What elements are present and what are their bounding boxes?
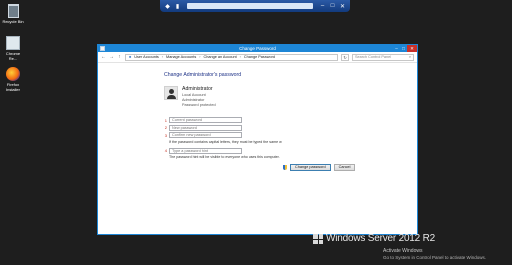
chrome-remote-icon (6, 36, 20, 50)
case-sensitivity-note: If the password contains capital letters… (169, 139, 282, 144)
pin-icon[interactable]: ◆ (164, 3, 171, 10)
uac-shield-icon (283, 165, 287, 170)
confirm-password-field[interactable] (169, 132, 242, 139)
signal-icon: ▮ (175, 3, 180, 10)
back-button[interactable]: ← (101, 54, 106, 60)
search-input[interactable]: Search Control Panel ⌕ (352, 53, 414, 61)
main-content: Change Administrator's password Administ… (164, 72, 394, 159)
user-password-status: Password protected (182, 102, 216, 107)
current-password-field[interactable] (169, 117, 242, 124)
activate-windows-text: Activate Windows (383, 248, 423, 254)
breadcrumb-change-password[interactable]: Change Password (244, 55, 275, 60)
chevron-right-icon: › (239, 54, 241, 59)
desktop-icon-label: Recycle Bin (2, 19, 24, 24)
minimize-button[interactable]: – (393, 45, 400, 52)
page-title: Change Administrator's password (164, 72, 242, 78)
refresh-button[interactable]: ↻ (341, 53, 349, 61)
required-marker: 1 (164, 117, 167, 123)
avatar (164, 86, 178, 100)
desktop-icon-label: Firefox Installer (5, 82, 20, 92)
firefox-icon (6, 67, 20, 81)
change-password-window: Change Password – □ ✕ ← → ↑ ■ User Accou… (97, 44, 418, 235)
breadcrumb-user-accounts[interactable]: User Accounts (134, 55, 158, 60)
hint-visibility-note: The password hint will be visible to eve… (169, 155, 280, 160)
desktop-icon-label: Chrome Re... (5, 51, 21, 61)
chevron-right-icon: › (199, 54, 201, 59)
desktop-icon-chrome-remote[interactable]: Chrome Re... (2, 36, 24, 61)
forward-button[interactable]: → (109, 54, 114, 60)
recycle-bin-icon (7, 4, 19, 18)
user-name: Administrator (182, 86, 213, 92)
desktop-icon-recycle-bin[interactable]: Recycle Bin (2, 4, 24, 24)
os-watermark-title: Windows Server 2012 R2 (326, 233, 435, 244)
remote-session-title (187, 3, 313, 9)
restore-session-icon[interactable]: □ (329, 3, 336, 10)
close-session-icon[interactable]: ✕ (339, 3, 346, 10)
address-bar[interactable]: ■ User Accounts › Manage Accounts › Chan… (125, 53, 338, 61)
window-titlebar[interactable]: Change Password – □ ✕ (98, 45, 417, 52)
search-placeholder: Search Control Panel (355, 54, 392, 59)
maximize-button[interactable]: □ (400, 45, 407, 52)
breadcrumb-manage-accounts[interactable]: Manage Accounts (166, 55, 196, 60)
activate-windows-subtext: Go to System in Control Panel to activat… (383, 255, 487, 260)
navigation-bar: ← → ↑ ■ User Accounts › Manage Accounts … (98, 52, 417, 63)
remote-session-toolbar: ◆ ▮ – □ ✕ (160, 0, 350, 12)
cancel-button[interactable]: Cancel (333, 164, 356, 171)
user-card: Administrator Local Account Administrato… (164, 86, 394, 107)
window-title: Change Password (239, 46, 276, 51)
breadcrumb-change-account[interactable]: Change an Account (204, 55, 237, 60)
control-panel-icon (100, 46, 105, 51)
close-button[interactable]: ✕ (407, 45, 417, 52)
minimize-session-icon[interactable]: – (319, 3, 326, 10)
chevron-right-icon: › (161, 54, 164, 59)
change-password-button[interactable]: Change password (290, 164, 331, 171)
folder-icon: ■ (129, 54, 132, 59)
required-marker: 4 (164, 148, 167, 154)
required-marker: 3 (164, 132, 167, 138)
windows-logo-icon (313, 234, 323, 244)
button-row: Change password Cancel (283, 164, 356, 171)
required-marker: 2 (164, 125, 167, 131)
up-button[interactable]: ↑ (117, 54, 122, 60)
new-password-field[interactable] (169, 124, 242, 131)
password-hint-field[interactable] (169, 147, 242, 154)
desktop-icon-firefox-installer[interactable]: Firefox Installer (2, 67, 24, 92)
search-icon: ⌕ (408, 54, 411, 59)
